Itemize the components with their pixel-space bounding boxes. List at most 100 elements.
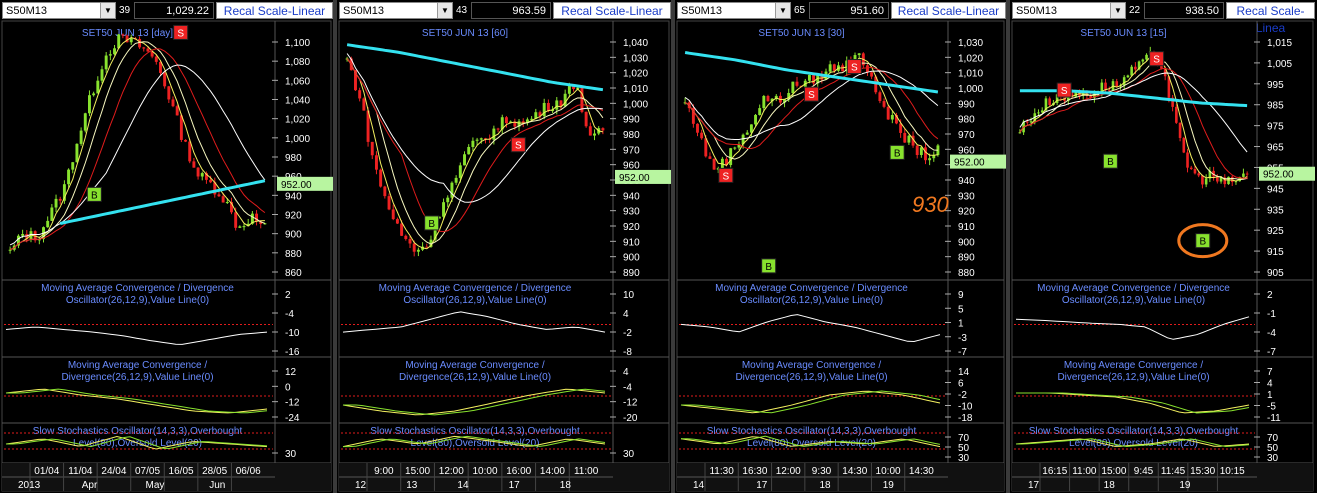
x-axis-period-label: 2013 <box>18 480 41 491</box>
candle-body <box>907 135 911 143</box>
y-axis-tick-label: 1,030 <box>958 38 983 49</box>
indicator-label-line1: Moving Average Convergence / Divergence <box>715 283 908 294</box>
chart-panel-4[interactable]: S50M13 ▼ 22 938.50 Recal Scale-Linea 1,015 1,0… <box>1010 0 1317 493</box>
last-price-label: 952.00 <box>281 180 312 191</box>
last-price-label: 952.00 <box>1263 170 1294 181</box>
indicator-tick-label: 4 <box>623 367 629 378</box>
candle-body <box>383 186 387 197</box>
indicator-tick-label: -16 <box>285 347 300 358</box>
signal-letter: B <box>428 219 435 230</box>
chart-panel-3[interactable]: S50M13 ▼ 65 951.60 Recal Scale-Linear 1,030 1,… <box>675 0 1008 493</box>
candle-body <box>496 128 500 130</box>
candle-body <box>1204 178 1208 185</box>
ma-cyan-line <box>346 43 604 92</box>
candle-body <box>154 56 158 62</box>
candle-body <box>475 139 479 141</box>
y-axis-tick-label: 880 <box>285 249 302 260</box>
y-axis-tick-label: 985 <box>1267 101 1284 112</box>
y-axis-tick-label: 925 <box>1267 226 1284 237</box>
candle-body <box>238 226 242 228</box>
candle-body <box>54 198 58 208</box>
indicator-label-line1: Moving Average Convergence / Divergence <box>379 283 572 294</box>
y-axis-tick-label: 1,040 <box>623 38 648 49</box>
indicator-tick-label: 5 <box>958 304 964 315</box>
candle-body <box>362 98 366 111</box>
indicator-tick-label: -24 <box>285 413 300 424</box>
indicator-tick-label: -2 <box>958 390 967 401</box>
macd-line <box>5 388 268 414</box>
y-axis-tick-label: 930 <box>958 191 975 202</box>
candle-body <box>113 48 116 55</box>
macd-oscillator-line <box>680 314 941 343</box>
candle-body <box>67 169 71 185</box>
y-axis-tick-label: 920 <box>958 207 975 218</box>
candle-body <box>412 243 416 252</box>
candle-body <box>1048 98 1051 105</box>
candle-body <box>75 143 79 163</box>
chart-panel-1[interactable]: S50M13 ▼ 39 1,029.22 Recal Scale-Linear 1,100… <box>0 0 335 493</box>
x-axis-tick-label: 10:00 <box>472 466 497 477</box>
candle-body <box>146 48 150 52</box>
candle-body <box>175 106 179 116</box>
macd-oscillator-line <box>5 326 268 345</box>
candle-body <box>96 80 100 94</box>
candle-body <box>1178 122 1182 138</box>
x-axis-tick-label: 11:00 <box>1072 466 1097 477</box>
candle-body <box>1037 112 1040 114</box>
chart-panel-2[interactable]: S50M13 ▼ 43 963.59 Recal Scale-Linear 1,040 1,… <box>337 0 673 493</box>
candle-body <box>1175 106 1178 123</box>
candle-body <box>450 182 454 198</box>
y-axis-tick-label: 980 <box>958 115 975 126</box>
x-axis-tick-label: 28/05 <box>202 466 227 477</box>
candle-body <box>584 111 588 127</box>
candle-body <box>188 141 192 162</box>
indicator-tick-label: 30 <box>285 449 297 460</box>
macd-signal-line <box>6 388 268 414</box>
signal-letter: B <box>1107 157 1114 168</box>
y-axis-tick-label: 1,020 <box>623 69 648 80</box>
y-axis-tick-label: 995 <box>1267 80 1284 91</box>
x-axis-tick-label: 16:00 <box>506 466 531 477</box>
candle-body <box>8 249 12 251</box>
candle-body <box>395 219 399 224</box>
candle-body <box>92 93 96 96</box>
candle-body <box>1130 66 1133 76</box>
last-price-label: 952.00 <box>619 173 650 184</box>
x-axis-tick-label: 9:30 <box>812 466 832 477</box>
candle-body <box>928 158 932 161</box>
x-axis-period-label: 14 <box>693 480 705 491</box>
y-axis-tick-label: 1,005 <box>1267 59 1292 70</box>
x-axis-tick-label: 11:30 <box>709 466 734 477</box>
y-axis-tick-label: 980 <box>623 130 640 141</box>
signal-letter: S <box>722 171 729 182</box>
indicator-tick-label: 0 <box>285 382 291 393</box>
candle-body <box>754 114 757 125</box>
y-axis-tick-label: 890 <box>958 253 975 264</box>
y-axis-tick-label: 890 <box>623 268 640 279</box>
indicator-tick-label: -10 <box>285 328 300 339</box>
candle-body <box>200 173 204 177</box>
candle-body <box>83 113 87 131</box>
candle-body <box>1134 66 1137 70</box>
x-axis-period-label: 18 <box>820 480 832 491</box>
candle-body <box>221 196 225 203</box>
candle-body <box>104 55 108 70</box>
x-axis-tick-label: 14:30 <box>842 466 867 477</box>
x-axis-period-label: 13 <box>406 480 418 491</box>
candle-body <box>807 74 811 81</box>
indicator-tick-label: 4 <box>1267 379 1273 390</box>
x-axis-period-label: Jun <box>209 480 225 491</box>
candle-body <box>882 101 886 107</box>
indicator-tick-label: 4 <box>623 309 629 320</box>
y-axis-tick-label: 970 <box>958 130 975 141</box>
x-axis-tick-label: 06/06 <box>236 466 261 477</box>
indicator-tick-label: -12 <box>285 398 300 409</box>
x-axis-period-label: May <box>146 480 165 491</box>
candle-body <box>1145 54 1148 60</box>
indicator-tick-label: -3 <box>958 333 967 344</box>
candle-body <box>1193 169 1197 174</box>
x-axis-tick-label: 01/04 <box>34 466 59 477</box>
candle-body <box>1186 152 1189 168</box>
candle-body <box>184 139 188 142</box>
signal-letter: B <box>765 262 772 273</box>
